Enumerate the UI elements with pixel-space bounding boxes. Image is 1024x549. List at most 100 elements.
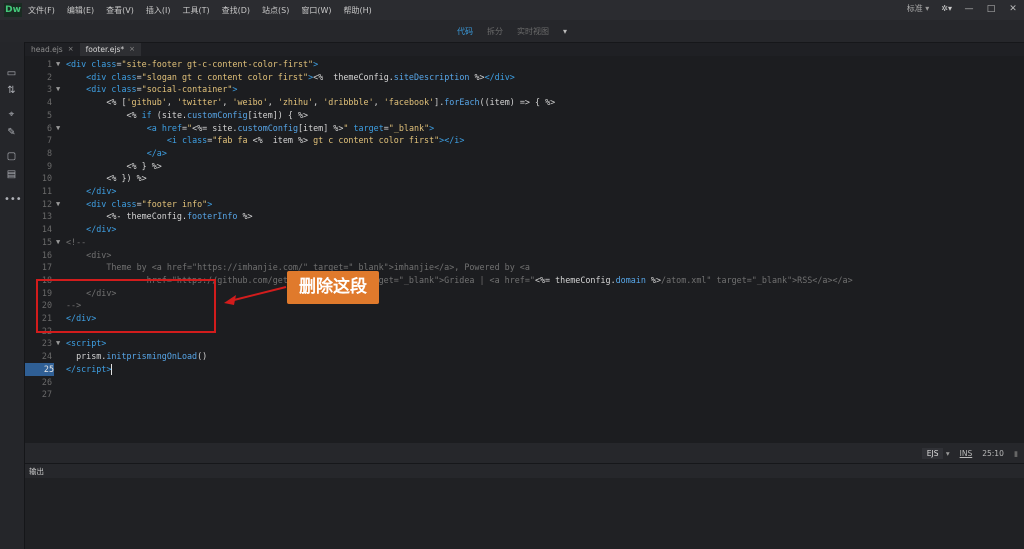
more-icon[interactable]: ••• [4, 193, 22, 207]
layout-selector[interactable]: 标准 ▾ [907, 3, 930, 14]
inspect-icon[interactable]: ⌖ [4, 108, 19, 122]
status-bar: EJS ▾ INS 25:10 ▮ [25, 443, 1024, 463]
line-number: 1 [46, 59, 52, 69]
minimize-button[interactable]: — [964, 4, 974, 14]
annotation-arrow [224, 286, 287, 305]
file-management-icon[interactable]: ⇅ [4, 84, 19, 98]
code-text: </a> [146, 147, 167, 158]
code-line[interactable]: 3 ▼ <div class="social-container"> [25, 83, 1024, 96]
code-line[interactable]: 6 ▼ <a href="<%= site.customConfig[item] … [25, 122, 1024, 135]
line-number: 27 [41, 389, 52, 400]
menu-item-0[interactable]: 文件(F) [28, 5, 55, 16]
code-text: <%- themeConfig.footerInfo %> [66, 211, 253, 222]
code-text: <div class="site-footer gt-c-content-col… [66, 59, 319, 69]
fold-toggle-icon[interactable]: ▼ [56, 122, 60, 135]
sync-settings-icon[interactable]: ✲▾ [941, 4, 952, 13]
doc-tab-footer[interactable]: footer.ejs* × [79, 43, 141, 56]
fold-toggle-icon[interactable]: ▼ [56, 58, 60, 71]
line-number: 16 [41, 249, 52, 260]
code-text: <a href="<%= site.customConfig[item] %>"… [146, 122, 435, 133]
cursor-position: 25:10 [982, 448, 1004, 458]
line-number: 12 [41, 198, 52, 209]
fold-toggle-icon[interactable]: ▼ [56, 337, 60, 350]
close-button[interactable]: ✕ [1008, 4, 1018, 14]
code-text: <% }) %> [66, 173, 147, 184]
code-line[interactable]: 9 <% } %> [25, 160, 1024, 173]
code-line[interactable]: 8 </a> [25, 147, 1024, 160]
live-view-dropdown-icon[interactable]: ▾ [563, 27, 567, 36]
menu-item-5[interactable]: 查找(D) [222, 5, 250, 16]
code-text: <i class="fab fa <% item %> gt c content… [166, 135, 465, 146]
code-line[interactable]: 25 </script> [25, 362, 1024, 376]
maximize-button[interactable]: □ [986, 4, 996, 14]
menu-item-1[interactable]: 编辑(E) [67, 5, 94, 16]
code-line[interactable]: 14 </div> [25, 223, 1024, 236]
status-scrollbar[interactable]: ▮ [1014, 449, 1018, 458]
line-number: 2 [46, 71, 52, 82]
menu-item-3[interactable]: 插入(I) [146, 5, 171, 16]
code-line[interactable]: 13 <%- themeConfig.footerInfo %> [25, 210, 1024, 223]
code-line[interactable]: 11 </div> [25, 185, 1024, 198]
line-number: 10 [41, 173, 52, 184]
code-line[interactable]: 1 ▼ <div class="site-footer gt-c-content-c… [25, 58, 1024, 71]
tab-live-view[interactable]: 实时视图 [517, 26, 549, 37]
wand-icon[interactable]: ✎ [4, 126, 19, 140]
comment-icon[interactable]: ▢ [4, 150, 19, 164]
menu-item-7[interactable]: 窗口(W) [301, 5, 331, 16]
code-line[interactable]: 16 <div> [25, 249, 1024, 262]
line-number: 7 [46, 135, 52, 146]
code-line[interactable]: 5 <% if (site.customConfig[item]) { %> [25, 109, 1024, 122]
code-text: <div class="footer info"> [86, 198, 213, 209]
close-icon[interactable]: × [68, 43, 74, 56]
menu-item-6[interactable]: 站点(S) [262, 5, 289, 16]
line-number: 3 [46, 84, 52, 95]
code-text: <script> [66, 338, 107, 349]
line-number: 6 [46, 122, 52, 133]
code-text: <% } %> [66, 160, 162, 171]
code-text: <!-- [66, 236, 87, 247]
code-line[interactable]: 17 Theme by <a href="https://imhanjie.co… [25, 261, 1024, 274]
code-line[interactable]: 23 ▼ <script> [25, 337, 1024, 350]
code-line[interactable]: 15 ▼ <!-- [25, 236, 1024, 249]
language-selector[interactable]: EJS ▾ [921, 447, 950, 459]
code-text: prism.initprismingOnLoad() [66, 351, 208, 362]
line-number: 13 [41, 211, 52, 222]
code-text: <% ['github', 'twitter', 'weibo', 'zhihu… [66, 97, 556, 108]
code-text: </div> [86, 224, 117, 235]
code-line[interactable]: 10 <% }) %> [25, 172, 1024, 185]
line-number: 23 [41, 338, 52, 349]
code-line[interactable]: 2 <div class="slogan gt c content color … [25, 71, 1024, 84]
code-line[interactable]: 12 ▼ <div class="footer info"> [25, 198, 1024, 211]
left-toolbar: ▭ ⇅ ⌖ ✎ ▢ ▤ ••• [0, 42, 25, 549]
output-panel-title: 输出 [29, 467, 44, 476]
code-line[interactable]: 27 [25, 388, 1024, 401]
doc-tab-head[interactable]: head.ejs × [25, 43, 80, 56]
snippets-icon[interactable]: ▤ [4, 168, 19, 182]
fold-toggle-icon[interactable]: ▼ [56, 236, 60, 249]
menu-item-2[interactable]: 查看(V) [106, 5, 134, 16]
chevron-down-icon: ▾ [945, 448, 950, 458]
chevron-down-icon: ▾ [925, 4, 930, 13]
code-editor[interactable]: 1 ▼ <div class="site-footer gt-c-content-c… [25, 56, 1024, 442]
fold-toggle-icon[interactable]: ▼ [56, 198, 60, 211]
output-panel-body [25, 478, 1024, 549]
close-icon[interactable]: × [129, 43, 135, 56]
code-line[interactable]: 7 <i class="fab fa <% item %> gt c conte… [25, 134, 1024, 147]
line-number: 4 [46, 97, 52, 108]
line-number: 8 [46, 147, 52, 158]
insert-mode[interactable]: INS [960, 449, 973, 458]
code-line[interactable]: 26 [25, 376, 1024, 389]
code-line[interactable]: 4 <% ['github', 'twitter', 'weibo', 'zhi… [25, 96, 1024, 109]
tab-split[interactable]: 拆分 [487, 26, 503, 37]
code-text: <% if (site.customConfig[item]) { %> [66, 109, 309, 120]
line-number: 17 [41, 262, 52, 273]
fold-toggle-icon[interactable]: ▼ [56, 83, 60, 96]
code-text: <div class="social-container"> [86, 84, 238, 95]
code-line[interactable]: 24 prism.initprismingOnLoad() [25, 350, 1024, 363]
output-panel: 输出 [25, 463, 1024, 549]
tab-code[interactable]: 代码 [457, 26, 473, 37]
file-icon[interactable]: ▭ [4, 67, 19, 81]
menu-item-4[interactable]: 工具(T) [182, 5, 209, 16]
menu-item-8[interactable]: 帮助(H) [344, 5, 372, 16]
highlight-box [36, 279, 216, 333]
